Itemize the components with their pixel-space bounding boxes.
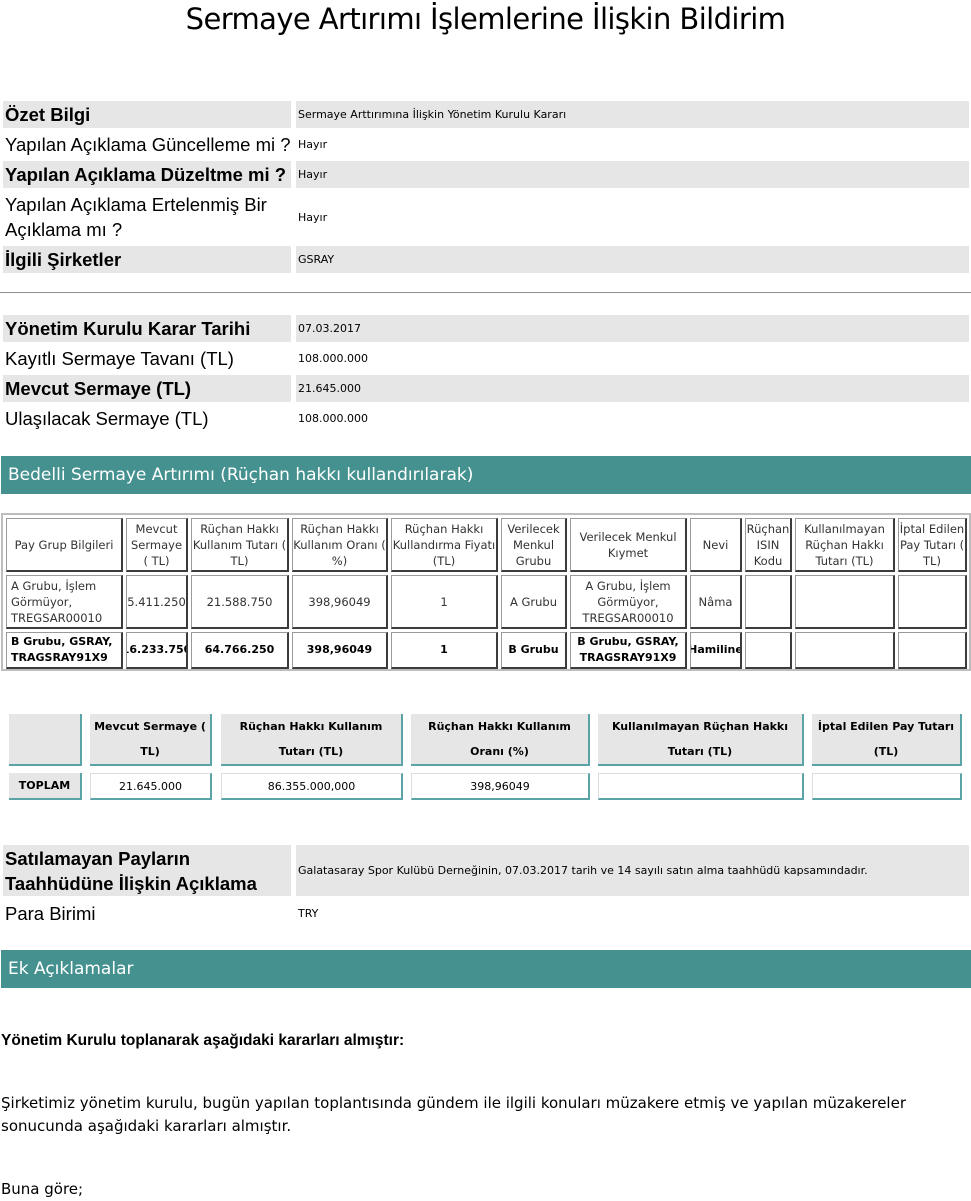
rights-table: Pay Grup Bilgileri Mevcut Sermaye ( TL) … <box>1 513 971 671</box>
capital-label: Mevcut Sermaye (TL) <box>3 375 291 402</box>
unsold-label: Para Birimi <box>5 902 96 924</box>
unsold-value: TRY <box>298 906 319 920</box>
table-cell <box>795 632 895 669</box>
table-cell: B Grubu, GSRAY, TRAGSRAY91X9 <box>6 632 123 669</box>
capital-row: Mevcut Sermaye (TL) 21.645.000 <box>3 375 969 402</box>
unsold-value: Galatasaray Spor Kulübü Derneğinin, 07.0… <box>296 845 969 896</box>
col-header: İptal Edilen Pay Tutarı ( TL) <box>898 518 967 572</box>
col-header: Rüçhan Hakkı Kullanım Tutarı ( TL) <box>191 518 289 572</box>
totals-cell: 398,96049 <box>411 773 590 800</box>
table-cell: Hamiline <box>690 632 742 669</box>
capital-value: 108.000.000 <box>298 412 368 425</box>
totals-header: Mevcut Sermaye ( TL) <box>90 714 212 766</box>
unsold-label: Satılamayan Payların Taahhüdüne İlişkin … <box>3 845 291 896</box>
table-cell: 398,96049 <box>292 575 388 629</box>
totals-cell: 21.645.000 <box>90 773 212 800</box>
capital-label: Kayıtlı Sermaye Tavanı (TL) <box>5 348 234 369</box>
summary-table: Özet Bilgi Sermaye Arttırımına İlişkin Y… <box>3 101 969 276</box>
totals-header: Rüçhan Hakkı Kullanım Tutarı (TL) <box>221 714 403 766</box>
table-cell: 398,96049 <box>292 632 388 669</box>
capital-row: Yönetim Kurulu Karar Tarihi 07.03.2017 <box>3 315 969 342</box>
unsold-row: Para Birimi TRY <box>3 899 969 927</box>
col-header: Mevcut Sermaye ( TL) <box>126 518 188 572</box>
summary-row: Yapılan Açıklama Düzeltme mi ? Hayır <box>3 161 969 188</box>
table-cell: 21.588.750 <box>191 575 289 629</box>
summary-label: Yapılan Açıklama Ertelenmiş Bir Açıklama… <box>5 194 267 240</box>
summary-label: Yapılan Açıklama Güncelleme mi ? <box>5 134 291 155</box>
table-cell: 16.233.750 <box>126 632 188 669</box>
summary-row: Özet Bilgi Sermaye Arttırımına İlişkin Y… <box>3 101 969 128</box>
notes-heading: Yönetim Kurulu toplanarak aşağıdaki kara… <box>1 1032 405 1049</box>
table-cell <box>745 575 792 629</box>
totals-header: Kullanılmayan Rüçhan Hakkı Tutarı (TL) <box>598 714 804 766</box>
summary-row: Yapılan Açıklama Ertelenmiş Bir Açıklama… <box>3 191 969 243</box>
notes-paragraph: Buna göre; <box>1 1180 84 1198</box>
totals-header: Rüçhan Hakkı Kullanım Oranı (%) <box>411 714 590 766</box>
table-cell: A Grubu, İşlem Görmüyor, TREGSAR00010 <box>6 575 123 629</box>
capital-value: 07.03.2017 <box>296 315 969 342</box>
summary-label: Yapılan Açıklama Düzeltme mi ? <box>3 161 291 188</box>
capital-table: Yönetim Kurulu Karar Tarihi 07.03.2017 K… <box>3 315 969 435</box>
page-title: Sermaye Artırımı İşlemlerine İlişkin Bil… <box>185 2 786 36</box>
totals-label: TOPLAM <box>9 773 82 800</box>
table-cell <box>795 575 895 629</box>
unsold-table: Satılamayan Payların Taahhüdüne İlişkin … <box>3 845 969 930</box>
section-header-notes: Ek Açıklamalar <box>1 950 971 988</box>
notes-paragraph: Şirketimiz yönetim kurulu, bugün yapılan… <box>1 1094 906 1135</box>
summary-value: Sermaye Arttırımına İlişkin Yönetim Kuru… <box>296 101 969 128</box>
table-cell: B Grubu, GSRAY, TRAGSRAY91X9 <box>570 632 687 669</box>
section-header-paid-capital: Bedelli Sermaye Artırımı (Rüçhan hakkı k… <box>1 456 971 494</box>
table-cell: A Grubu, İşlem Görmüyor, TREGSAR00010 <box>570 575 687 629</box>
summary-label: Özet Bilgi <box>3 101 291 128</box>
table-cell: 64.766.250 <box>191 632 289 669</box>
totals-cell <box>598 773 804 800</box>
col-header: Rüçhan Hakkı Kullandırma Fiyatı (TL) <box>391 518 498 572</box>
col-header: Pay Grup Bilgileri <box>6 518 123 572</box>
table-cell: 1 <box>391 632 498 669</box>
table-cell: 5.411.250 <box>126 575 188 629</box>
table-cell <box>898 575 967 629</box>
totals-header: İptal Edilen Pay Tutarı (TL) <box>812 714 962 766</box>
capital-label: Yönetim Kurulu Karar Tarihi <box>3 315 291 342</box>
capital-label: Ulaşılacak Sermaye (TL) <box>5 408 209 429</box>
col-header: Rüçhan Hakkı Kullanım Oranı ( %) <box>292 518 388 572</box>
summary-row: Yapılan Açıklama Güncelleme mi ? Hayır <box>3 131 969 158</box>
totals-cell: 86.355.000,000 <box>221 773 403 800</box>
totals-header <box>9 714 82 766</box>
summary-label: İlgili Şirketler <box>3 246 291 273</box>
col-header: Kullanılmayan Rüçhan Hakkı Tutarı (TL) <box>795 518 895 572</box>
table-cell: 1 <box>391 575 498 629</box>
summary-row: İlgili Şirketler GSRAY <box>3 246 969 273</box>
totals-cell <box>812 773 962 800</box>
col-header: Verilecek Menkul Kıymet <box>570 518 687 572</box>
capital-row: Ulaşılacak Sermaye (TL) 108.000.000 <box>3 405 969 432</box>
capital-row: Kayıtlı Sermaye Tavanı (TL) 108.000.000 <box>3 345 969 372</box>
unsold-row: Satılamayan Payların Taahhüdüne İlişkin … <box>3 845 969 896</box>
col-header: Nevi <box>690 518 742 572</box>
table-cell: A Grubu <box>501 575 567 629</box>
table-cell <box>898 632 967 669</box>
summary-value: Hayır <box>296 161 969 188</box>
capital-value: 21.645.000 <box>296 375 969 402</box>
col-header: Verilecek Menkul Grubu <box>501 518 567 572</box>
table-cell: B Grubu <box>501 632 567 669</box>
capital-value: 108.000.000 <box>298 352 368 365</box>
col-header: Rüçhan ISIN Kodu <box>745 518 792 572</box>
summary-value: Hayır <box>298 210 328 224</box>
divider <box>0 292 971 293</box>
table-cell: Nâma <box>690 575 742 629</box>
summary-value: GSRAY <box>296 246 969 273</box>
table-cell <box>745 632 792 669</box>
summary-value: Hayır <box>298 138 328 151</box>
